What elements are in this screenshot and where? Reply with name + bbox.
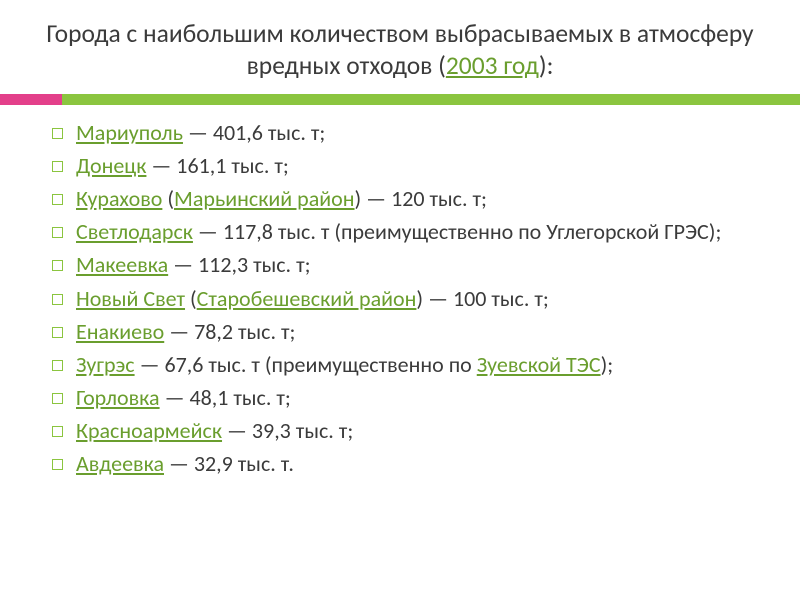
item-text: ); — [601, 351, 614, 378]
city-link[interactable]: Старобешевский район — [197, 285, 417, 312]
list-item: Курахово (Марьинский район) — 120 тыс. т… — [52, 185, 764, 213]
list-item: Красноармейск — 39,3 тыс. т; — [52, 417, 764, 445]
accent-bar — [0, 94, 800, 105]
city-link[interactable]: Макеевка — [76, 251, 168, 278]
item-text: — 78,2 тыс. т; — [164, 318, 295, 345]
list-item: Новый Свет (Старобешевский район) — 100 … — [52, 285, 764, 313]
city-link[interactable]: Горловка — [76, 384, 160, 411]
accent-bar-pink — [0, 94, 62, 105]
item-text: ) — 120 тыс. т; — [355, 185, 487, 212]
item-text: — 39,3 тыс. т; — [222, 417, 353, 444]
slide-title: Города с наибольшим количеством выбрасыв… — [0, 0, 800, 94]
item-text: ( — [162, 185, 174, 212]
title-text-pre: Города с наибольшим количеством выбрасыв… — [46, 18, 753, 81]
city-link[interactable]: Мариуполь — [76, 119, 183, 146]
list-item: Светлодарск — 117,8 тыс. т (преимуществе… — [52, 218, 764, 246]
city-link[interactable]: Светлодарск — [76, 218, 193, 245]
item-text: ( — [185, 285, 197, 312]
title-text-post: ): — [539, 50, 554, 81]
city-link[interactable]: Красноармейск — [76, 417, 222, 444]
title-year-link[interactable]: 2003 год — [446, 50, 539, 81]
item-text: — 117,8 тыс. т (преимущественно по Углег… — [193, 218, 721, 245]
item-text: — 67,6 тыс. т (преимущественно по — [135, 351, 477, 378]
list-item: Макеевка — 112,3 тыс. т; — [52, 251, 764, 279]
city-link[interactable]: Зуевской ТЭС — [477, 351, 601, 378]
item-text: — 112,3 тыс. т; — [168, 251, 310, 278]
city-link[interactable]: Зугрэс — [76, 351, 135, 378]
accent-bar-green — [62, 94, 800, 105]
emissions-list: Мариуполь — 401,6 тыс. т; Донецк — 161,1 … — [0, 105, 800, 479]
list-item: Зугрэс — 67,6 тыс. т (преимущественно по… — [52, 351, 764, 379]
city-link[interactable]: Курахово — [76, 185, 162, 212]
city-link[interactable]: Енакиево — [76, 318, 164, 345]
city-link[interactable]: Авдеевка — [76, 450, 164, 477]
list-item: Енакиево — 78,2 тыс. т; — [52, 318, 764, 346]
city-link[interactable]: Новый Свет — [76, 285, 185, 312]
list-item: Горловка — 48,1 тыс. т; — [52, 384, 764, 412]
city-link[interactable]: Марьинский район — [174, 185, 355, 212]
item-text: ) — 100 тыс. т; — [416, 285, 548, 312]
list-item: Донецк — 161,1 тыс. т; — [52, 152, 764, 180]
city-link[interactable]: Донецк — [76, 152, 146, 179]
item-text: — 32,9 тыс. т. — [164, 450, 294, 477]
list-item: Авдеевка — 32,9 тыс. т. — [52, 450, 764, 478]
item-text: — 161,1 тыс. т; — [146, 152, 288, 179]
item-text: — 48,1 тыс. т; — [160, 384, 291, 411]
list-item: Мариуполь — 401,6 тыс. т; — [52, 119, 764, 147]
item-text: — 401,6 тыс. т; — [183, 119, 325, 146]
